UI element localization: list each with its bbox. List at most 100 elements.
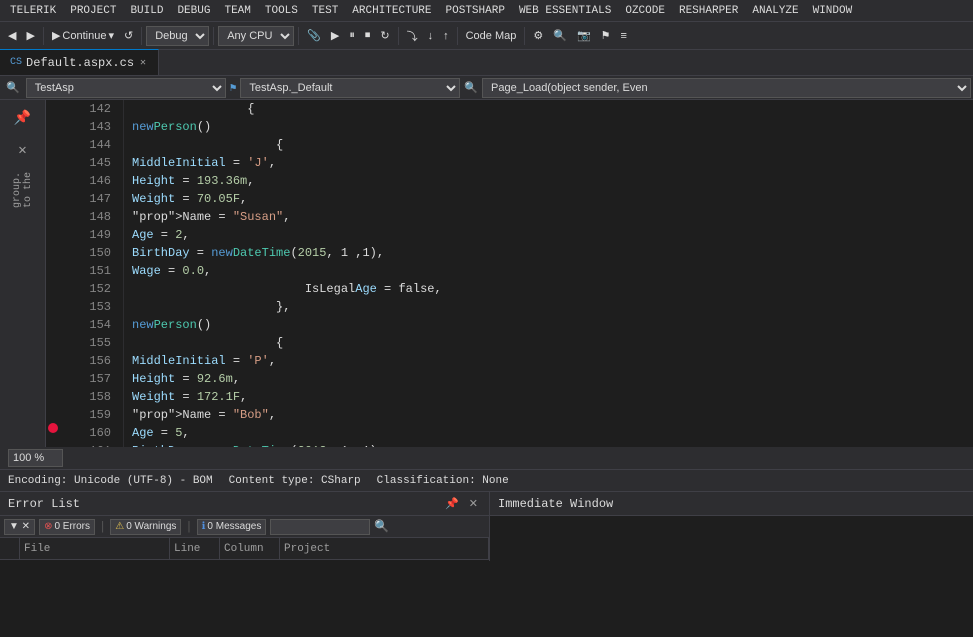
- menu-project[interactable]: PROJECT: [64, 3, 122, 19]
- breakpoint-column: [46, 100, 60, 447]
- code-map-button[interactable]: Code Map: [462, 28, 521, 44]
- search-icon: 🔍: [374, 519, 389, 534]
- code-line: Age = 2,: [132, 226, 973, 244]
- close-panel-icon[interactable]: ✕: [9, 136, 37, 164]
- platform-dropdown[interactable]: Any CPU: [218, 26, 294, 46]
- error-toolbar: ▼ ✕ ⊗ 0 Errors | ⚠ 0 Warnings | ℹ 0 Mess…: [0, 516, 489, 538]
- zoom-input[interactable]: [8, 449, 63, 467]
- pin-icon[interactable]: 📌: [9, 104, 37, 132]
- menu-test[interactable]: TEST: [306, 3, 344, 19]
- line-numbers: 1421431441451461471481491501511521531541…: [74, 100, 124, 447]
- menu-debug[interactable]: DEBUG: [171, 3, 216, 19]
- breakpoint-cell: [46, 373, 60, 385]
- tab-close-button[interactable]: ✕: [138, 56, 148, 70]
- menu-window[interactable]: WINDOW: [807, 3, 859, 19]
- error-panel-title: Error List: [8, 497, 438, 511]
- breakpoint-cell: [46, 150, 60, 162]
- code-lines[interactable]: { new Person() { MiddleInitial = 'J', He…: [124, 100, 973, 447]
- error-panel-header: Error List 📌 ✕: [0, 492, 489, 516]
- config-dropdown[interactable]: Debug: [146, 26, 209, 46]
- error-panel: Error List 📌 ✕ ▼ ✕ ⊗ 0 Errors | ⚠ 0 Warn…: [0, 492, 490, 561]
- menu-ozcode[interactable]: OZCODE: [619, 3, 671, 19]
- tools-btn-3[interactable]: 📷: [573, 27, 595, 44]
- code-line: BirthDay = new DateTime(2015, 1 ,1),: [132, 244, 973, 262]
- member-dropdown[interactable]: Page_Load(object sender, Even: [482, 78, 971, 98]
- arrow-cell: [60, 316, 74, 334]
- breakpoint-cell: [46, 422, 60, 434]
- editor-area: ➤ 14214314414514614714814915015115215315…: [46, 100, 973, 447]
- tab-default-aspx[interactable]: CS Default.aspx.cs ✕: [0, 49, 159, 75]
- play-button[interactable]: ▶: [327, 27, 343, 44]
- menu-team[interactable]: TEAM: [218, 3, 256, 19]
- line-number: 142: [82, 100, 115, 118]
- errors-count: 0 Errors: [54, 521, 90, 532]
- line-number: 151: [82, 262, 115, 280]
- toolbar: ◀ ▶ ▶ Continue ▾ ↺ Debug Any CPU 📎 ▶ ⏸ ⏹…: [0, 22, 973, 50]
- tools-btn-5[interactable]: ≡: [617, 28, 631, 44]
- error-search-input[interactable]: [270, 519, 370, 535]
- menu-analyze[interactable]: ANALYZE: [746, 3, 804, 19]
- attach-button[interactable]: 📎: [303, 27, 325, 44]
- code-line: Weight = 172.1F,: [132, 388, 973, 406]
- restart-button[interactable]: ↻: [376, 27, 393, 44]
- error-panel-close[interactable]: ✕: [466, 496, 481, 511]
- step-over-button[interactable]: ⤵: [403, 26, 422, 46]
- arrow-cell: [60, 388, 74, 406]
- continue-button[interactable]: ▶ Continue ▾: [48, 27, 118, 44]
- code-line: Height = 92.6m,: [132, 370, 973, 388]
- menu-web-essentials[interactable]: WEB ESSENTIALS: [513, 3, 617, 19]
- play-icon: ▶: [52, 29, 60, 42]
- breakpoint-cell: [46, 286, 60, 298]
- menu-postsharp[interactable]: POSTSHARP: [440, 3, 511, 19]
- line-number: 153: [82, 298, 115, 316]
- line-number: 150: [82, 244, 115, 262]
- step-out-button[interactable]: ↑: [439, 28, 453, 44]
- error-table-header: File Line Column Project: [0, 538, 489, 560]
- refresh-button[interactable]: ↺: [120, 27, 137, 44]
- separator-3: [213, 27, 214, 45]
- code-line: "prop">Name = "Bob",: [132, 406, 973, 424]
- col-project: Project: [280, 538, 489, 559]
- breakpoint-cell: [46, 335, 60, 347]
- code-line: BirthDay = new DateTime(2013, 1 ,1),: [132, 442, 973, 447]
- menu-architecture[interactable]: ARCHITECTURE: [346, 3, 437, 19]
- classification-label: Classification: None: [377, 475, 509, 487]
- tools-btn-2[interactable]: 🔍: [549, 27, 571, 44]
- breakpoint-cell: [46, 162, 60, 174]
- menu-tools[interactable]: TOOLS: [259, 3, 304, 19]
- back-button[interactable]: ◀: [4, 27, 20, 44]
- breakpoint-cell: [46, 323, 60, 335]
- menu-resharper[interactable]: RESHARPER: [673, 3, 744, 19]
- breakpoint-cell: [46, 125, 60, 137]
- error-panel-pin[interactable]: 📌: [442, 496, 462, 511]
- breakpoint-cell: [46, 298, 60, 310]
- code-line: {: [132, 334, 973, 352]
- arrow-cell: [60, 208, 74, 226]
- forward-button[interactable]: ▶: [22, 27, 38, 44]
- line-number: 155: [82, 334, 115, 352]
- stop-button[interactable]: ⏹: [361, 27, 375, 44]
- pause-button[interactable]: ⏸: [345, 27, 359, 44]
- arrow-cell: [60, 442, 74, 447]
- tools-btn-1[interactable]: ⚙: [529, 27, 547, 44]
- class-dropdown[interactable]: TestAsp._Default: [240, 78, 460, 98]
- main-area: 📌 ✕ group.to the ➤ 142143144145146147148…: [0, 100, 973, 447]
- line-number: 157: [82, 370, 115, 388]
- filter-button[interactable]: ▼ ✕: [4, 519, 35, 535]
- menu-telerik[interactable]: TELERIK: [4, 3, 62, 19]
- messages-button[interactable]: ℹ 0 Messages: [197, 519, 267, 535]
- col-indicator: [0, 538, 20, 559]
- breakpoint-cell: [46, 273, 60, 285]
- errors-button[interactable]: ⊗ 0 Errors: [39, 519, 95, 535]
- breakpoint-cell: [46, 397, 60, 409]
- step-into-button[interactable]: ↓: [424, 28, 438, 44]
- chevron-down-icon: ▾: [108, 29, 114, 42]
- namespace-dropdown[interactable]: TestAsp: [26, 78, 226, 98]
- breakpoint-cell: [46, 187, 60, 199]
- warnings-button[interactable]: ⚠ 0 Warnings: [110, 519, 181, 535]
- nav-bar: 🔍 TestAsp ⚑ TestAsp._Default 🔍 Page_Load…: [0, 76, 973, 100]
- menu-build[interactable]: BUILD: [124, 3, 169, 19]
- tools-btn-4[interactable]: ⚑: [597, 27, 615, 44]
- message-icon: ℹ: [202, 521, 206, 532]
- line-number: 148: [82, 208, 115, 226]
